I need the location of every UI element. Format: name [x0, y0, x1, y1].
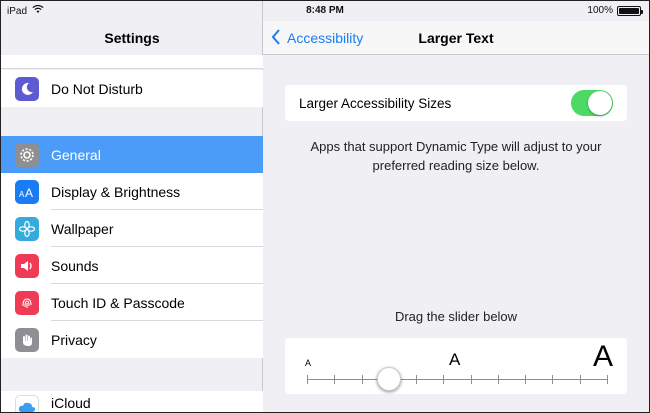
svg-text:A: A — [25, 186, 33, 199]
moon-icon — [15, 76, 39, 101]
slider-tick — [307, 375, 308, 384]
sidebar-item-display-brightness[interactable]: AA Display & Brightness — [1, 173, 263, 210]
sidebar-item-label: Wallpaper — [51, 220, 114, 237]
slider-track[interactable] — [307, 379, 607, 380]
sidebar-item-partial[interactable] — [1, 55, 263, 69]
sidebar-item-label: Privacy — [51, 331, 97, 348]
slider-thumb[interactable] — [376, 367, 401, 391]
larger-accessibility-sizes-row: Larger Accessibility Sizes — [285, 85, 627, 121]
battery-percent: 100% — [587, 5, 613, 16]
settings-sidebar: Settings Do Not Disturb General A A Disp… — [1, 1, 263, 412]
dynamic-type-description: Apps that support Dynamic Type will adju… — [310, 139, 602, 173]
sidebar-title: Settings — [104, 30, 160, 46]
sidebar-item-label: iCloud — [51, 395, 91, 411]
slider-tick — [416, 375, 418, 384]
detail-pane: Accessibility Larger Text Larger Accessi… — [263, 1, 649, 412]
sidebar-item-sounds[interactable]: Sounds — [1, 247, 263, 284]
chevron-left-icon — [271, 28, 281, 48]
fingerprint-icon — [15, 290, 39, 315]
slider-caption: Drag the slider below — [394, 309, 518, 324]
sidebar-item-general[interactable]: General — [1, 136, 263, 173]
slider-tick — [361, 375, 363, 384]
navigation-bar: Accessibility Larger Text — [263, 21, 649, 55]
hand-icon — [15, 327, 39, 352]
status-bar: iPad 8:48 PM 100% — [1, 1, 649, 21]
slider-tick — [497, 375, 499, 384]
sidebar-item-icloud[interactable]: iCloud — [1, 391, 263, 412]
flower-icon — [15, 216, 39, 241]
speaker-icon — [15, 253, 39, 278]
back-button-label: Accessibility — [287, 30, 364, 46]
sidebar-item-touch-id[interactable]: Touch ID & Passcode — [1, 284, 263, 321]
sidebar-item-privacy[interactable]: Privacy — [1, 321, 263, 358]
sidebar-item-label: Sounds — [51, 257, 99, 274]
battery-icon — [617, 5, 643, 16]
small-text-sample: A — [305, 358, 312, 368]
back-button[interactable]: Accessibility — [271, 21, 363, 55]
current-text-sample: A — [449, 350, 461, 369]
slider-tick — [552, 375, 554, 384]
slider-tick — [443, 375, 445, 384]
toggle-knob — [588, 91, 612, 115]
larger-accessibility-sizes-label: Larger Accessibility Sizes — [299, 95, 452, 111]
text-size-icon: AA — [15, 179, 39, 204]
slider-tick — [334, 375, 336, 384]
text-size-slider-panel: A A A — [285, 338, 627, 394]
sidebar-item-label: Do Not Disturb — [51, 80, 143, 97]
larger-accessibility-sizes-toggle[interactable] — [571, 90, 613, 116]
slider-tick — [607, 375, 608, 384]
slider-tick — [525, 375, 527, 384]
cloud-icon — [15, 395, 39, 412]
sidebar-item-do-not-disturb[interactable]: Do Not Disturb — [1, 70, 263, 107]
sidebar-item-wallpaper[interactable]: Wallpaper — [1, 210, 263, 247]
sidebar-item-label: General — [51, 146, 101, 163]
ipad-screen: Settings Do Not Disturb General A A Disp… — [0, 0, 650, 413]
sidebar-item-label: Touch ID & Passcode — [51, 294, 185, 311]
status-time: 8:48 PM — [306, 5, 344, 16]
sidebar-item-label: Display & Brightness — [51, 183, 181, 200]
slider-tick — [470, 375, 472, 384]
large-text-sample: A — [593, 340, 614, 373]
gear-icon — [15, 142, 39, 167]
slider-tick — [579, 375, 581, 384]
